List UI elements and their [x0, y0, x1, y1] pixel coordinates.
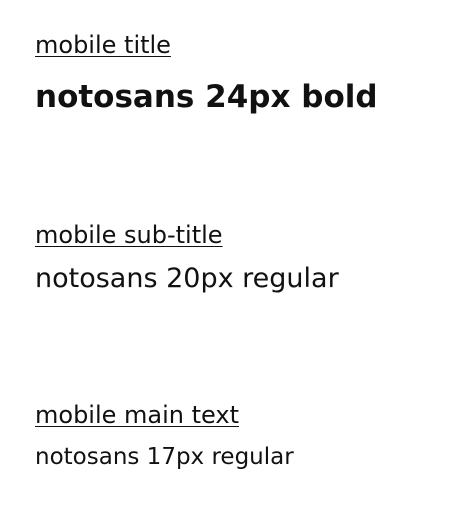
mobile-subtitle-heading: mobile sub-title	[35, 221, 223, 249]
mobile-main-text-sample: notosans 17px regular	[35, 444, 294, 470]
mobile-main-text-heading: mobile main text	[35, 401, 239, 429]
mobile-title-sample: notosans 24px bold	[35, 79, 378, 115]
mobile-subtitle-sample: notosans 20px regular	[35, 263, 339, 294]
mobile-title-heading: mobile title	[35, 31, 171, 59]
